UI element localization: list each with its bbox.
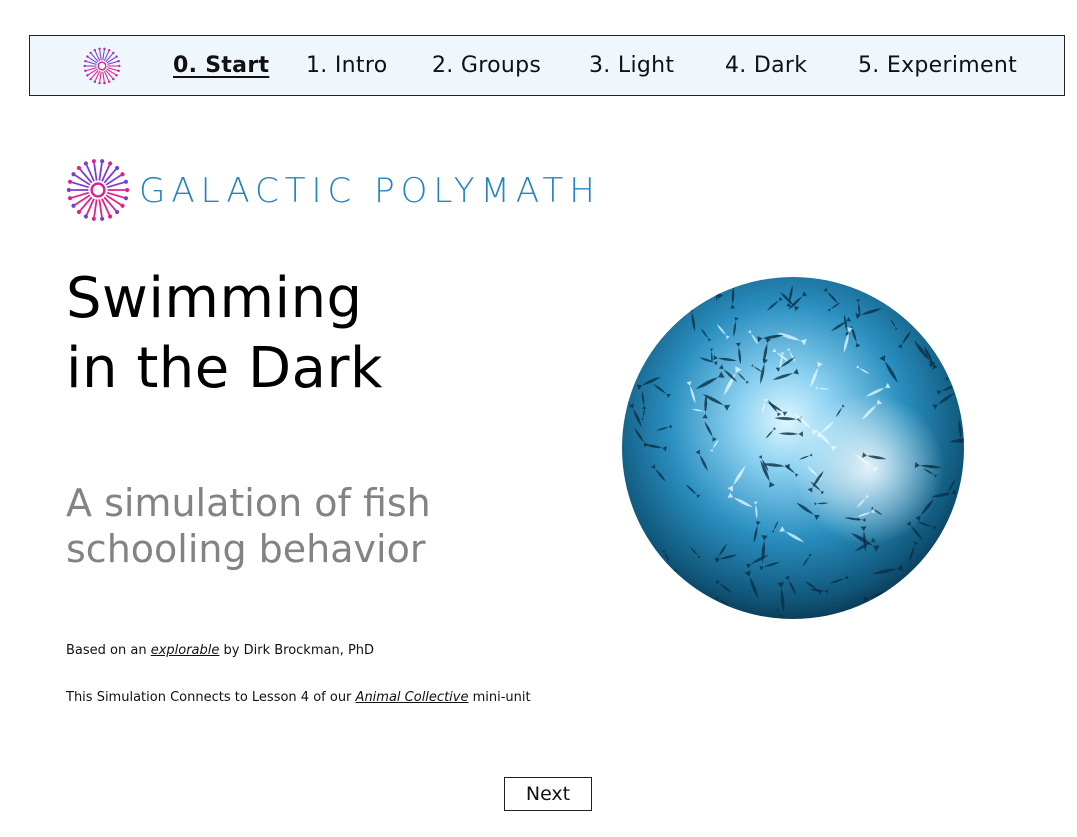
fish-silhouette [678, 295, 688, 309]
brand-name: GALACTIC POLYMATH [139, 171, 601, 211]
fish-silhouette [626, 559, 643, 564]
fish-silhouette [624, 336, 633, 368]
fish-silhouette [885, 611, 903, 619]
fish-silhouette [622, 520, 638, 541]
fish-silhouette [903, 281, 921, 288]
fish-silhouette [934, 325, 946, 347]
fish-silhouette [944, 364, 958, 381]
galactic-polymath-logo-icon[interactable] [83, 47, 121, 85]
fish-silhouette [939, 332, 943, 345]
nav-item-groups[interactable]: 2. Groups [432, 52, 541, 80]
galactic-polymath-starburst-icon [66, 159, 130, 221]
fish-silhouette [622, 277, 630, 293]
credit-based-on-suffix: by Dirk Brockman, PhD [219, 643, 375, 658]
credit-based-on-prefix: Based on an [66, 643, 151, 658]
next-button[interactable]: Next [504, 777, 592, 811]
page-subtitle-line-1: A simulation of fish [66, 481, 431, 525]
fish-silhouette [894, 588, 900, 607]
fish-silhouette [705, 277, 724, 299]
fish-silhouette [661, 579, 685, 601]
nav-bar: 0. Start 1. Intro 2. Groups 3. Light 4. … [29, 35, 1065, 96]
fish-silhouette [640, 335, 647, 348]
explorable-link[interactable]: explorable [151, 643, 220, 658]
page-title-line-2: in the Dark [66, 336, 383, 401]
page-subtitle: A simulation of fish schooling behavior [66, 480, 431, 572]
page-subtitle-line-2: schooling behavior [66, 527, 426, 571]
fish-silhouette [904, 603, 923, 619]
nav-item-experiment[interactable]: 5. Experiment [858, 52, 1017, 80]
fish-silhouette [634, 613, 664, 619]
fish-silhouette [941, 576, 962, 590]
fish-silhouette [644, 319, 658, 336]
fish-silhouette [641, 556, 662, 568]
fish-silhouette [954, 608, 958, 619]
fish-silhouette [646, 582, 654, 613]
page-title-line-1: Swimming [66, 266, 363, 331]
nav-item-dark[interactable]: 4. Dark [725, 52, 807, 80]
fish-silhouette [662, 277, 668, 287]
fish-school-circle-image [622, 277, 964, 619]
fish-silhouette [945, 545, 964, 563]
fish-silhouette [627, 284, 633, 306]
fish-silhouette [949, 277, 964, 289]
fish-silhouette [938, 549, 952, 558]
credit-lesson-suffix: mini-unit [468, 690, 531, 705]
fish-silhouette [897, 599, 918, 614]
nav-item-start[interactable]: 0. Start [173, 52, 269, 80]
credit-based-on: Based on an explorable by Dirk Brockman,… [66, 642, 374, 660]
credit-lesson-connection: This Simulation Connects to Lesson 4 of … [66, 689, 531, 707]
fish-silhouette [622, 604, 628, 618]
fish-silhouette [635, 316, 660, 340]
fish-silhouette [949, 572, 957, 584]
fish-silhouette [957, 279, 964, 285]
animal-collective-link[interactable]: Animal Collective [356, 690, 469, 705]
page-title: Swimming in the Dark [66, 264, 383, 404]
nav-item-intro[interactable]: 1. Intro [306, 52, 387, 80]
nav-item-light[interactable]: 3. Light [589, 52, 674, 80]
fish-silhouette [632, 602, 657, 615]
fish-silhouette [674, 286, 687, 294]
fish-silhouette [622, 603, 634, 607]
credit-lesson-prefix: This Simulation Connects to Lesson 4 of … [66, 690, 356, 705]
